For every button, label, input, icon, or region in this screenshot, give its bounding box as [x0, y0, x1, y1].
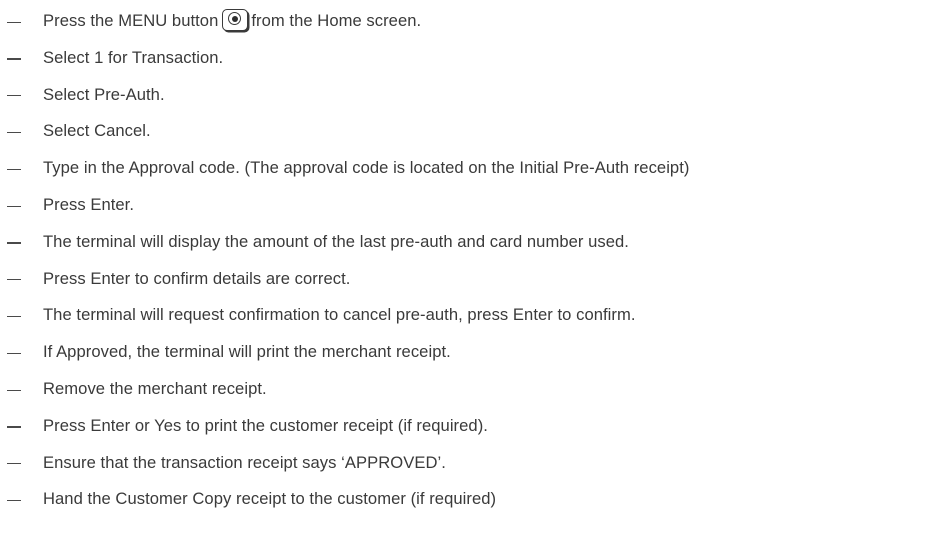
dash-bullet: [7, 242, 21, 244]
list-item: Type in the Approval code. (The approval…: [0, 150, 935, 187]
list-item: Press the MENU button from the Home scree…: [0, 3, 935, 40]
step-text-before-icon: Press the MENU button: [43, 11, 219, 30]
list-item: Press Enter.: [0, 187, 935, 224]
step-text: Press the MENU button from the Home scree…: [43, 3, 421, 40]
dash-bullet: [7, 279, 21, 281]
list-item: Select Cancel.: [0, 113, 935, 150]
step-text: Type in the Approval code. (The approval…: [43, 158, 690, 178]
step-text: If Approved, the terminal will print the…: [43, 342, 451, 362]
list-item: Press Enter or Yes to print the customer…: [0, 408, 935, 445]
list-item: Select Pre-Auth.: [0, 77, 935, 114]
instruction-list: Press the MENU button from the Home scree…: [0, 3, 935, 518]
step-text: The terminal will request confirmation t…: [43, 305, 636, 325]
list-item: Ensure that the transaction receipt says…: [0, 445, 935, 482]
dash-bullet: [7, 463, 21, 465]
step-text: Select Pre-Auth.: [43, 84, 165, 104]
step-text: Press Enter.: [43, 194, 134, 214]
dash-bullet: [7, 131, 21, 134]
step-text: Press Enter to confirm details are corre…: [43, 268, 351, 288]
list-item: Press Enter to confirm details are corre…: [0, 261, 935, 298]
step-text: Press Enter or Yes to print the customer…: [43, 415, 488, 435]
step-text-after-icon: from the Home screen.: [251, 11, 422, 30]
dash-bullet: [7, 499, 21, 502]
step-text: The terminal will display the amount of …: [43, 231, 629, 251]
step-text: Select 1 for Transaction.: [43, 47, 224, 67]
list-item: The terminal will display the amount of …: [0, 224, 935, 261]
list-item: If Approved, the terminal will print the…: [0, 334, 935, 371]
dash-bullet: [7, 205, 21, 207]
dash-bullet: [7, 21, 21, 23]
step-text: Ensure that the transaction receipt says…: [43, 452, 446, 472]
dash-bullet: [7, 426, 21, 428]
list-item: The terminal will request confirmation t…: [0, 297, 935, 334]
step-text: Select Cancel.: [43, 121, 151, 141]
dash-bullet: [7, 352, 21, 355]
list-item: Select 1 for Transaction.: [0, 40, 935, 77]
dash-bullet: [7, 58, 21, 60]
menu-button-icon: [222, 8, 249, 31]
dash-bullet: [7, 389, 21, 391]
dash-bullet: [7, 315, 21, 318]
dash-bullet: [7, 95, 21, 97]
step-text: Hand the Customer Copy receipt to the cu…: [43, 489, 497, 509]
dash-bullet: [7, 168, 21, 171]
list-item: Remove the merchant receipt.: [0, 371, 935, 408]
list-item: Hand the Customer Copy receipt to the cu…: [0, 481, 935, 518]
step-text: Remove the merchant receipt.: [43, 378, 267, 398]
